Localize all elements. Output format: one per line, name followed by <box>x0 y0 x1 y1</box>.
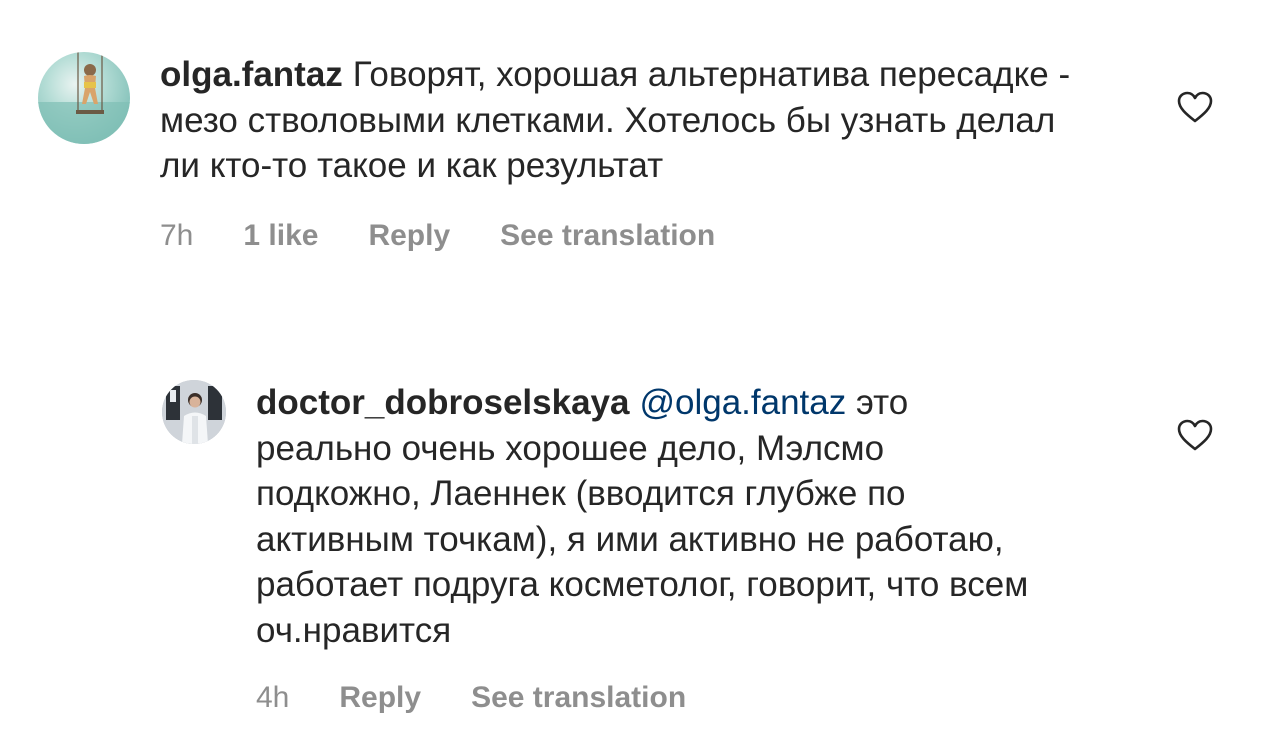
see-translation-button[interactable]: See translation <box>500 219 715 253</box>
comment-text: olga.fantaz Говорят, хорошая альтернатива… <box>160 52 1090 189</box>
comment-item: olga.fantaz Говорят, хорошая альтернатива… <box>38 52 1238 253</box>
heart-outline-icon[interactable] <box>1176 90 1214 124</box>
comment-meta: 4h Reply See translation <box>256 681 1238 715</box>
reply-comment-item: doctor_dobroselskaya @olga.fantaz это реа… <box>162 380 1238 715</box>
comment-body: это реально очень хорошее дело, Мэлсмо п… <box>256 383 1029 650</box>
avatar-photo-icon <box>162 380 226 444</box>
comment-time: 4h <box>256 681 290 714</box>
comment-text: doctor_dobroselskaya @olga.fantaz это реа… <box>256 380 1046 653</box>
avatar[interactable] <box>38 52 130 144</box>
see-translation-button[interactable]: See translation <box>471 681 686 715</box>
comment-meta: 7h 1 like Reply See translation <box>160 219 1238 253</box>
comment-username[interactable]: olga.fantaz <box>160 55 343 94</box>
comment-time: 7h <box>160 218 194 252</box>
avatar-photo-icon <box>38 52 130 144</box>
comment-username[interactable]: doctor_dobroselskaya <box>256 383 629 422</box>
heart-outline-icon[interactable] <box>1176 418 1214 452</box>
comment-likes[interactable]: 1 like <box>243 219 318 253</box>
reply-button[interactable]: Reply <box>339 681 421 715</box>
mention-link[interactable]: @olga.fantaz <box>639 383 846 422</box>
avatar[interactable] <box>162 380 226 444</box>
reply-button[interactable]: Reply <box>368 219 450 253</box>
